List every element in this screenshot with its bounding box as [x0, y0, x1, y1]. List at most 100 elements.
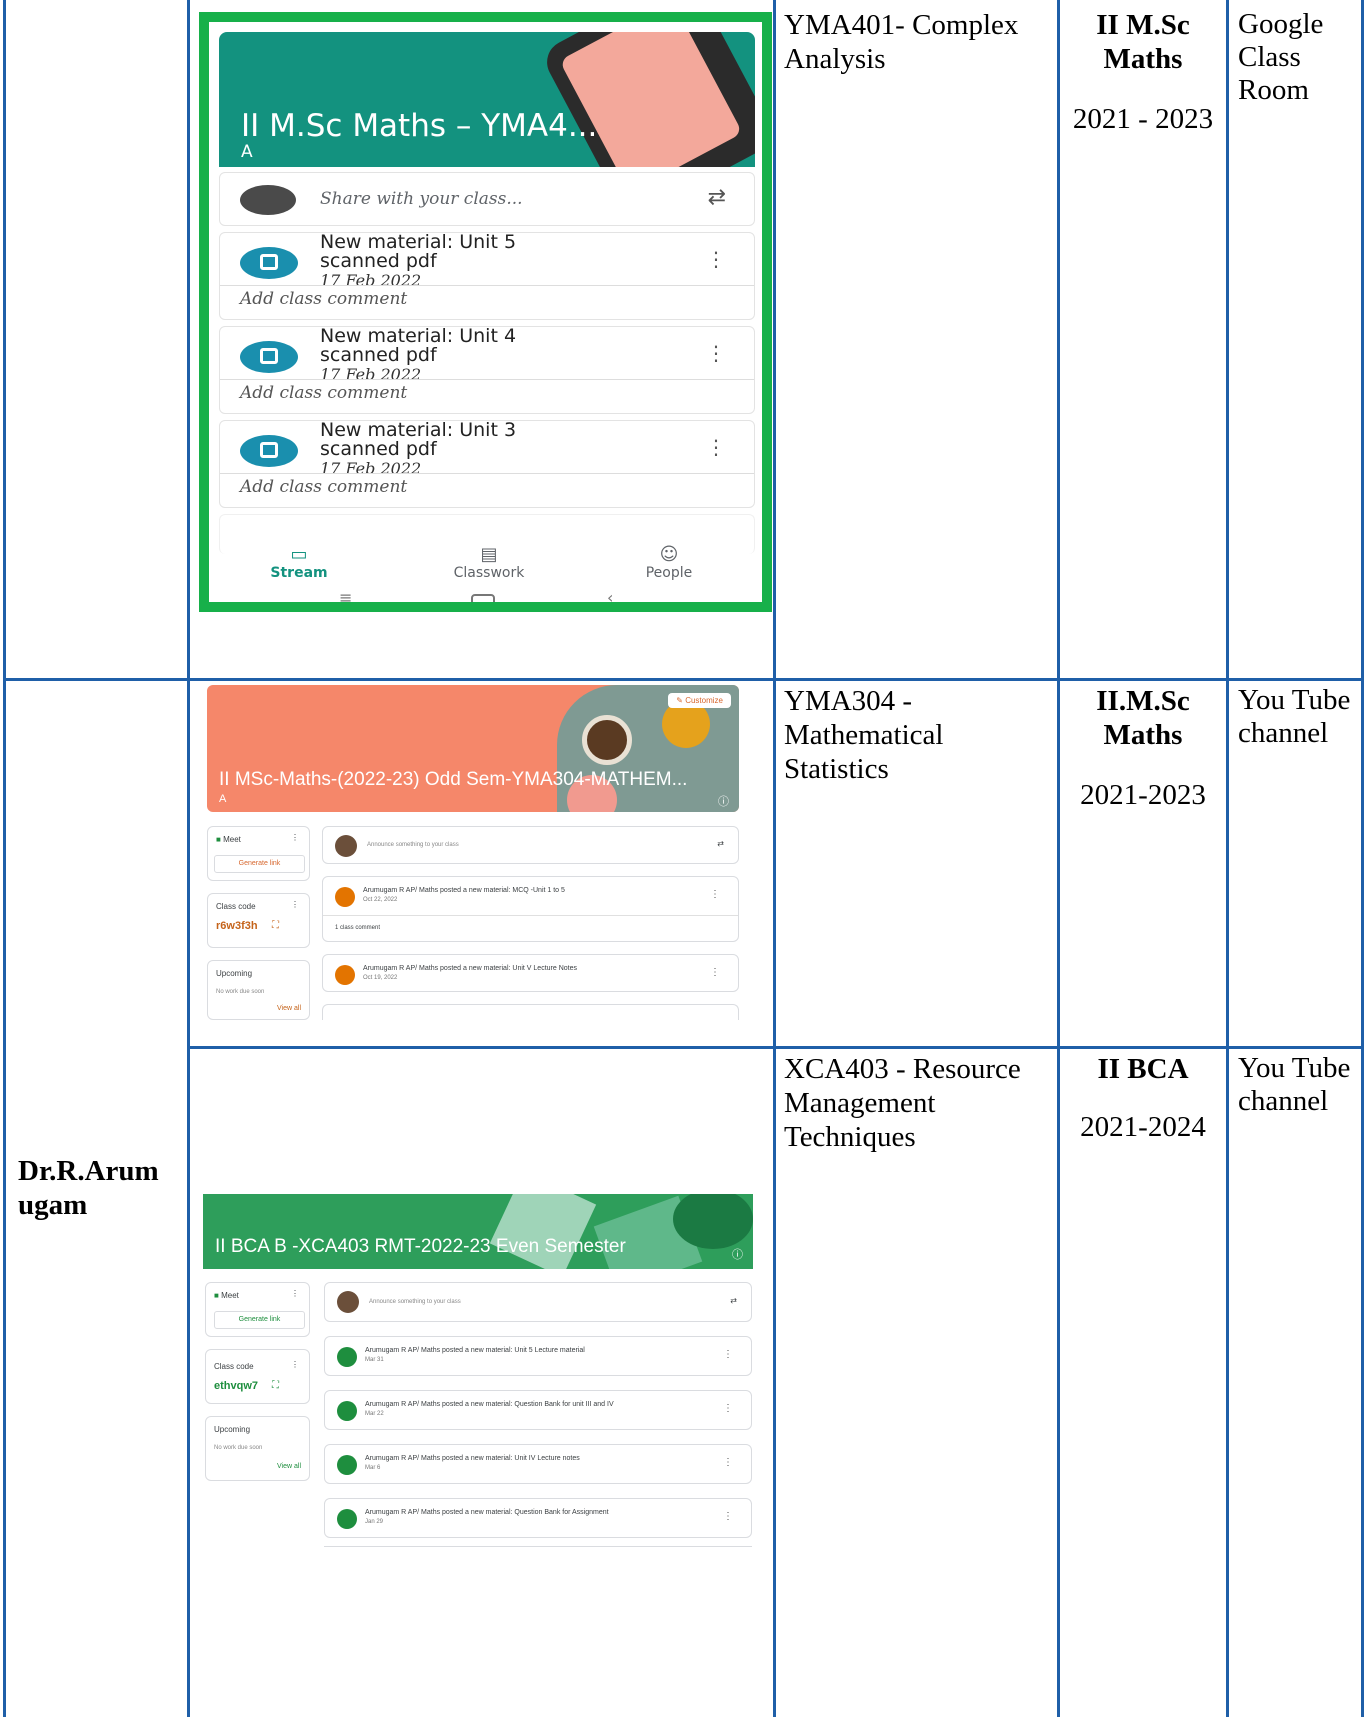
share-placeholder: Share with your class... [320, 189, 523, 209]
repost-icon[interactable]: ⇄ [717, 839, 724, 848]
menu-nav-icon[interactable]: ≡ [339, 588, 352, 602]
home-nav-icon[interactable] [471, 594, 495, 602]
fullscreen-icon[interactable]: ⛶ [272, 1380, 279, 1391]
more-icon[interactable]: ⋮ [723, 1403, 733, 1414]
post-date: 17 Feb 2022 [320, 271, 422, 290]
divider [220, 285, 754, 286]
more-icon[interactable]: ⋮ [706, 247, 726, 271]
repost-icon[interactable]: ⇄ [708, 185, 726, 210]
add-comment[interactable]: Add class comment [240, 477, 407, 497]
class-section: A [219, 793, 227, 805]
post-card[interactable]: New material: Unit 4 scanned pdf 17 Feb … [219, 326, 755, 414]
post-card[interactable]: Arumugam R AP/ Maths posted a new materi… [324, 1498, 752, 1538]
class-line1: II.M.Sc [1096, 685, 1190, 717]
post-card[interactable]: Arumugam R AP/ Maths posted a new materi… [322, 876, 739, 942]
grid-line [1226, 0, 1229, 1717]
course-cell-row3: XCA403 - Resource Management Techniques [784, 1053, 1021, 1153]
material-icon [337, 1347, 357, 1367]
announce-box[interactable]: Announce something to your class ⇄ [324, 1282, 752, 1322]
post-text: Arumugam R AP/ Maths posted a new materi… [365, 1347, 585, 1354]
more-icon[interactable]: ⋮ [291, 1360, 299, 1369]
post-card[interactable]: Arumugam R AP/ Maths posted a new materi… [322, 954, 739, 992]
post-text: Arumugam R AP/ Maths posted a new materi… [365, 1455, 580, 1462]
add-comment[interactable]: Add class comment [240, 289, 407, 309]
back-nav-icon[interactable]: ‹ [607, 588, 613, 602]
more-icon[interactable]: ⋮ [723, 1457, 733, 1468]
material-icon [337, 1455, 357, 1475]
platform-cell-row3: You Tube channel [1238, 1052, 1351, 1117]
classroom-web-screenshot-1: ✎ Customize II MSc-Maths-(2022-23) Odd S… [201, 683, 771, 1020]
post-text: Arumugam R AP/ Maths posted a new materi… [363, 965, 577, 972]
more-icon[interactable]: ⋮ [706, 341, 726, 365]
class-title: II MSc-Maths-(2022-23) Odd Sem-YMA304-MA… [219, 769, 688, 790]
view-all-link[interactable]: View all [277, 1005, 301, 1012]
material-icon [337, 1509, 357, 1529]
class-line2: Maths [1103, 43, 1183, 75]
nav-stream[interactable]: ▭ Stream [239, 544, 359, 582]
post-text: Arumugam R AP/ Maths posted a new materi… [363, 887, 565, 894]
class-code-box: Class code ⋮ ethvqw7 ⛶ [205, 1349, 310, 1404]
platform-cell-row2: You Tube channel [1238, 684, 1351, 749]
grid-line [187, 1046, 1364, 1049]
post-date: 17 Feb 2022 [320, 365, 422, 384]
nav-label: Stream [270, 565, 328, 581]
post-text: Arumugam R AP/ Maths posted a new materi… [365, 1401, 614, 1408]
nav-label: Classwork [453, 565, 525, 581]
avatar [337, 1291, 359, 1313]
material-icon [337, 1401, 357, 1421]
view-all-link[interactable]: View all [277, 1463, 301, 1470]
grid-line [187, 0, 190, 1717]
more-icon[interactable]: ⋮ [291, 900, 299, 909]
material-icon [240, 247, 298, 279]
post-card[interactable]: Arumugam R AP/ Maths posted a new materi… [324, 1444, 752, 1484]
announce-box[interactable]: Announce something to your class ⇄ [322, 826, 739, 864]
customize-label: Customize [685, 696, 723, 705]
more-icon[interactable]: ⋮ [723, 1349, 733, 1360]
nav-classwork[interactable]: ▤ Classwork [429, 544, 549, 582]
more-icon[interactable]: ⋮ [710, 889, 720, 900]
meet-label: ■ Meet [216, 835, 241, 844]
more-icon[interactable]: ⋮ [291, 833, 299, 842]
batch-cell-row2: 2021-2023 [1080, 779, 1206, 811]
post-date: Oct 22, 2022 [363, 897, 398, 903]
post-card[interactable]: New material: Unit 3 scanned pdf 17 Feb … [219, 420, 755, 508]
more-icon[interactable]: ⋮ [723, 1511, 733, 1522]
add-comment[interactable]: Add class comment [240, 383, 407, 403]
grid-line [1057, 0, 1060, 1717]
class-title: II BCA B -XCA403 RMT-2022-23 Even Semest… [215, 1236, 626, 1257]
classroom-web-screenshot-2: II BCA B -XCA403 RMT-2022-23 Even Semest… [201, 1190, 771, 1550]
post-title: New material: Unit 3 scanned pdf [320, 421, 516, 459]
course-cell-row2: YMA304 - Mathematical Statistics [784, 685, 944, 785]
info-icon[interactable]: ⓘ [718, 793, 729, 809]
post-card[interactable]: Arumugam R AP/ Maths posted a new materi… [324, 1336, 752, 1376]
post-text: Arumugam R AP/ Maths posted a new materi… [365, 1509, 609, 1516]
class-code-box: Class code ⋮ r6w3f3h ⛶ [207, 893, 310, 948]
repost-icon[interactable]: ⇄ [730, 1296, 737, 1305]
post-date: Mar 6 [365, 1465, 381, 1471]
share-box[interactable]: Share with your class... ⇄ [219, 172, 755, 226]
post-card[interactable]: Arumugam R AP/ Maths posted a new materi… [324, 1390, 752, 1430]
divider [323, 915, 738, 916]
divider [220, 379, 754, 380]
customize-button[interactable]: ✎ Customize [668, 693, 731, 708]
fullscreen-icon[interactable]: ⛶ [272, 920, 279, 931]
grid-line [773, 0, 776, 1717]
class-cell-row3: II BCA [1097, 1053, 1189, 1085]
info-icon[interactable]: ⓘ [732, 1246, 743, 1262]
generate-link-button[interactable]: Generate link [214, 855, 305, 873]
more-icon[interactable]: ⋮ [710, 967, 720, 978]
generate-link-button[interactable]: Generate link [214, 1311, 305, 1329]
announce-placeholder: Announce something to your class [367, 842, 459, 848]
more-icon[interactable]: ⋮ [291, 1289, 299, 1298]
class-comment-link[interactable]: 1 class comment [335, 925, 380, 931]
nav-people[interactable]: ☺ People [609, 545, 729, 582]
stream-icon: ▭ [290, 544, 308, 565]
meet-text: Meet [221, 1291, 239, 1300]
post-date: Oct 19, 2022 [363, 975, 398, 981]
post-card[interactable]: New material: Unit 5 scanned pdf 17 Feb … [219, 232, 755, 320]
announce-placeholder: Announce something to your class [369, 1299, 461, 1305]
classwork-icon: ▤ [480, 544, 498, 565]
class-code-label: Class code [214, 1362, 254, 1371]
more-icon[interactable]: ⋮ [706, 435, 726, 459]
teacher-name-line2: ugam [18, 1189, 88, 1221]
